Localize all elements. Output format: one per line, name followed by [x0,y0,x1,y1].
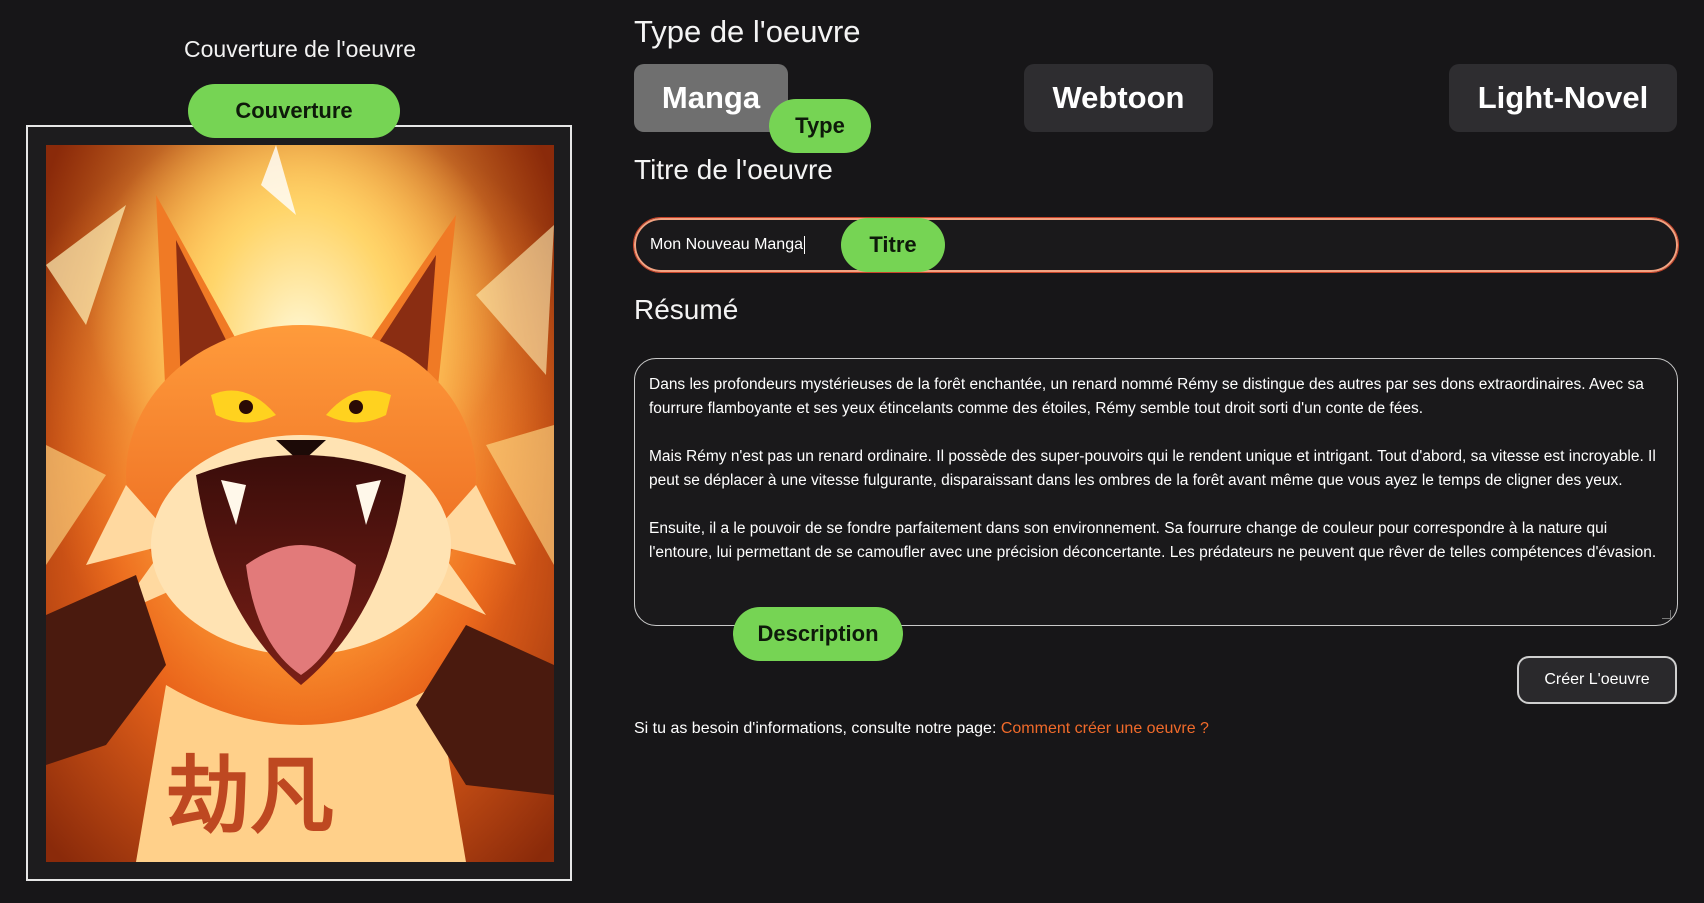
resume-paragraph: Dans les profondeurs mystérieuses de la … [649,376,1644,417]
fox-cover-illustration: 劫凡 [46,145,554,862]
title-heading: Titre de l'oeuvre [634,154,833,185]
help-text: Si tu as besoin d'informations, consulte… [634,720,1001,737]
type-option-manga[interactable]: Manga [634,64,788,132]
type-option-light-novel[interactable]: Light-Novel [1449,64,1677,132]
cover-heading: Couverture de l'oeuvre [184,36,416,62]
cover-image[interactable]: 劫凡 [46,145,554,862]
title-input-value: Mon Nouveau Manga [650,236,803,253]
help-line: Si tu as besoin d'informations, consulte… [634,720,1209,738]
type-heading: Type de l'oeuvre [634,14,861,49]
type-option-webtoon[interactable]: Webtoon [1024,64,1213,132]
cover-annotation-badge: Couverture [188,84,400,138]
description-annotation-badge: Description [733,607,903,661]
title-annotation-badge: Titre [841,218,945,272]
resize-handle-icon[interactable] [1662,610,1671,619]
text-caret [803,236,805,254]
title-input[interactable]: Mon Nouveau Manga [633,217,1679,273]
create-work-button[interactable]: Créer L'oeuvre [1517,656,1677,704]
resume-heading: Résumé [634,294,739,325]
type-annotation-badge: Type [769,99,871,153]
svg-text:劫凡: 劫凡 [166,747,334,845]
create-work-page: Couverture de l'oeuvre 劫凡 Couverture Typ… [0,0,1704,903]
help-link[interactable]: Comment créer une oeuvre ? [1001,720,1209,737]
resume-paragraph: Ensuite, il a le pouvoir de se fondre pa… [649,520,1657,561]
resume-paragraph: Mais Rémy n'est pas un renard ordinaire.… [649,448,1656,489]
resume-textarea[interactable]: Dans les profondeurs mystérieuses de la … [634,358,1678,626]
